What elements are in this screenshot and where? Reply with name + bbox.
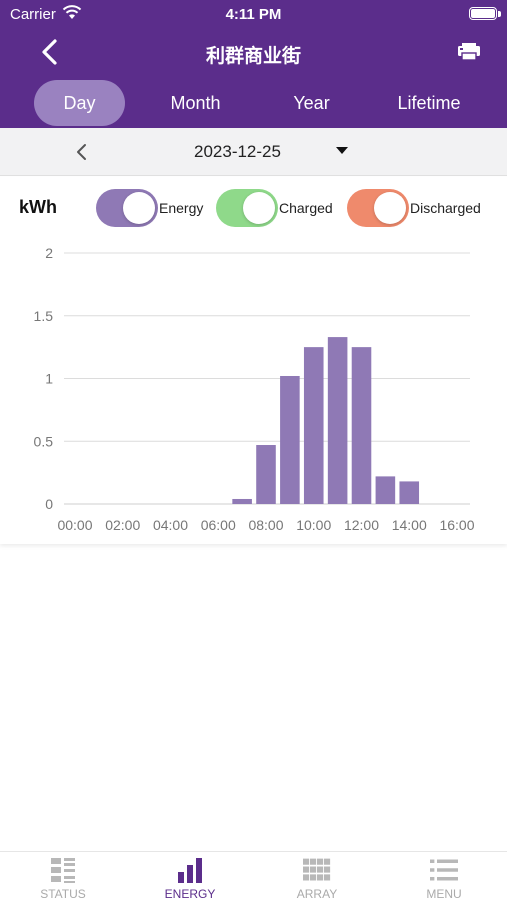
bar-chart-icon <box>178 858 202 883</box>
x-tick-label: 04:00 <box>153 517 188 533</box>
status-bar: Carrier 4:11 PM <box>0 0 507 28</box>
page-title: 利群商业街 <box>205 46 301 67</box>
menu-list-icon <box>430 859 458 881</box>
date-selector: 2023-12-25 <box>0 128 507 176</box>
y-tick-label: 0.5 <box>34 433 54 449</box>
x-tick-label: 12:00 <box>344 517 379 533</box>
energy-bar[interactable] <box>232 498 252 504</box>
y-tick-label: 2 <box>45 245 53 261</box>
bottom-tab-bar: STATUS ENERGY ARRAY MENU <box>0 851 507 900</box>
clock: 4:11 PM <box>225 6 282 23</box>
energy-bar[interactable] <box>375 476 396 504</box>
tab-array-label: ARRAY <box>296 887 338 900</box>
period-tabs: Day Month Year Lifetime <box>0 80 507 126</box>
energy-bar[interactable] <box>303 347 324 504</box>
tab-energy-label: ENERGY <box>164 887 216 900</box>
printer-icon[interactable] <box>457 43 481 61</box>
x-tick-label: 10:00 <box>296 517 331 533</box>
tab-energy[interactable]: ENERGY <box>127 852 253 900</box>
x-tick-label: 06:00 <box>201 517 236 533</box>
nav-bar: 利群商业街 <box>0 30 507 74</box>
y-tick-label: 1 <box>45 371 53 387</box>
energy-bar[interactable] <box>280 375 300 504</box>
previous-date-button[interactable] <box>74 142 90 162</box>
date-value[interactable]: 2023-12-25 <box>194 142 281 162</box>
tab-status-label: STATUS <box>40 887 86 900</box>
array-panels-icon <box>303 858 331 881</box>
x-tick-label: 00:00 <box>57 517 92 533</box>
chart-card: kWh Energy Charged Discharged 0 0.5 1 1.5 2 0… <box>0 177 507 544</box>
energy-bar[interactable] <box>399 481 420 504</box>
energy-bar[interactable] <box>256 445 276 504</box>
energy-bar[interactable] <box>327 337 348 504</box>
energy-bar-chart: 0 0.5 1 1.5 2 00:00 02:00 04:00 06:00 08:00 10:00 1… <box>34 245 475 533</box>
tab-lifetime[interactable]: Lifetime <box>380 80 478 126</box>
tab-month[interactable]: Month <box>150 80 241 126</box>
y-tick-label: 0 <box>45 496 53 512</box>
tab-menu-label: MENU <box>426 887 462 900</box>
tab-array[interactable]: ARRAY <box>254 852 380 900</box>
battery-nub <box>498 11 501 17</box>
y-tick-label: 1.5 <box>34 308 54 324</box>
dropdown-caret-icon[interactable] <box>336 147 348 154</box>
x-tick-label: 16:00 <box>439 517 474 533</box>
x-tick-label: 08:00 <box>248 517 283 533</box>
energy-bar[interactable] <box>351 347 372 504</box>
status-grid-icon <box>51 858 75 883</box>
tab-day[interactable]: Day <box>34 80 125 126</box>
battery-icon <box>469 7 497 20</box>
header: Carrier 4:11 PM 利群商业街 Day Month Year Lif… <box>0 0 507 128</box>
tab-year[interactable]: Year <box>266 80 357 126</box>
tab-menu[interactable]: MENU <box>381 852 507 900</box>
x-tick-label: 02:00 <box>105 517 140 533</box>
tab-status[interactable]: STATUS <box>0 852 126 900</box>
x-tick-label: 14:00 <box>392 517 427 533</box>
